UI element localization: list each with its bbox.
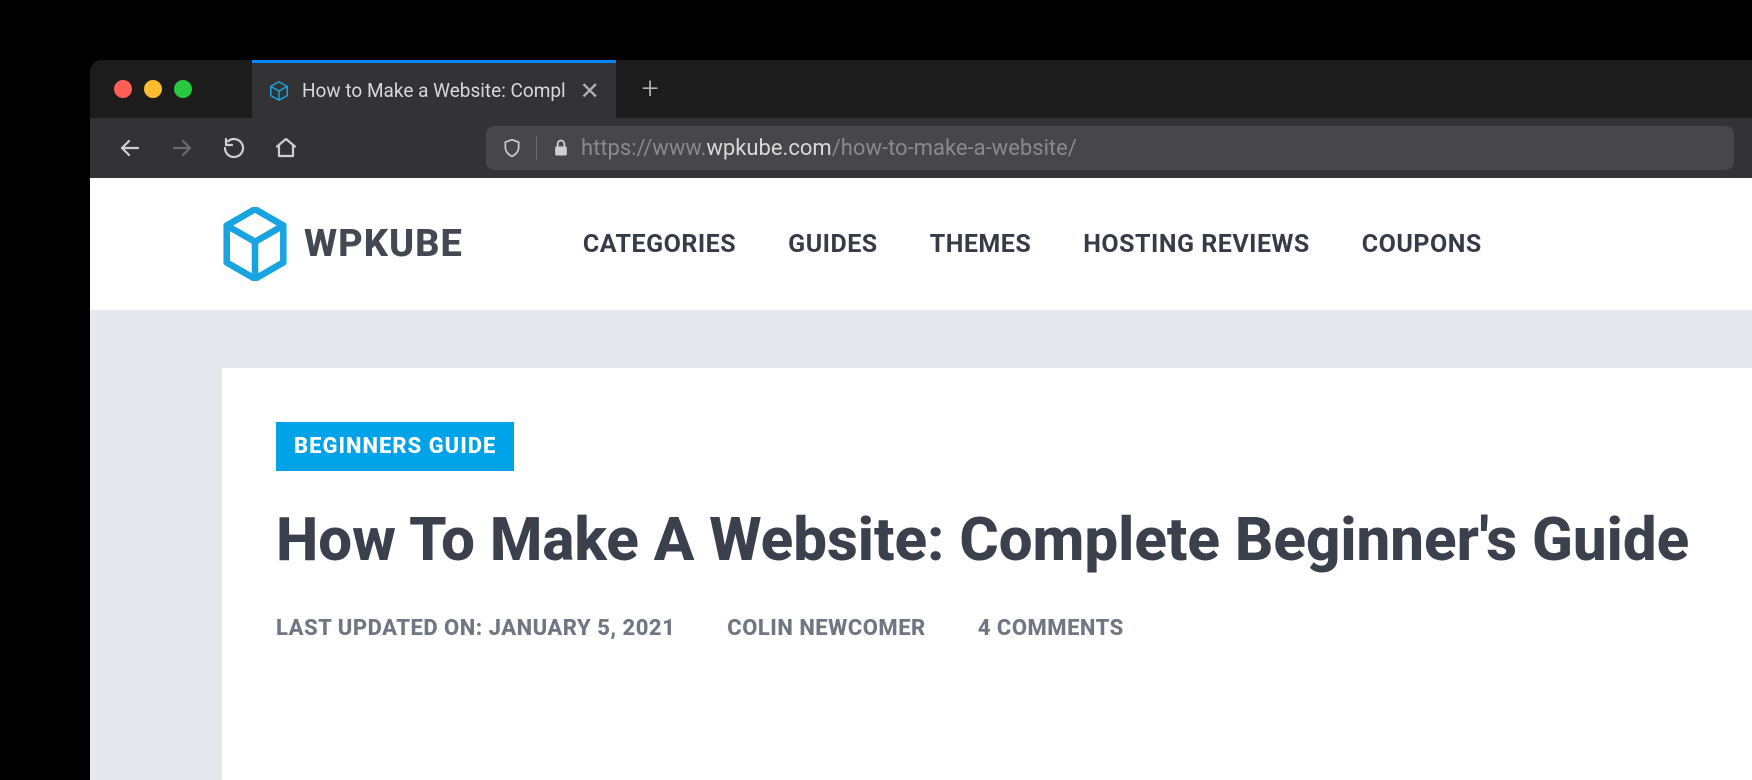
article-title: How To Make A Website: Complete Beginner… xyxy=(276,505,1698,576)
url-sub: www. xyxy=(652,136,706,161)
browser-tab[interactable]: How to Make a Website: Compl ✕ xyxy=(252,60,616,118)
url-protocol: https:// xyxy=(581,136,652,161)
meta-updated-date: JANUARY 5, 2021 xyxy=(489,616,676,641)
nav-hosting-reviews[interactable]: HOSTING REVIEWS xyxy=(1083,230,1310,259)
nav-categories[interactable]: CATEGORIES xyxy=(583,230,736,259)
meta-comments[interactable]: 4 COMMENTS xyxy=(978,616,1124,641)
minimize-window-button[interactable] xyxy=(144,80,162,98)
page-viewport: WPKUBE CATEGORIES GUIDES THEMES HOSTING … xyxy=(90,178,1752,780)
window-controls xyxy=(90,80,252,98)
close-tab-button[interactable]: ✕ xyxy=(578,77,602,105)
main-nav: CATEGORIES GUIDES THEMES HOSTING REVIEWS… xyxy=(583,230,1482,259)
new-tab-button[interactable]: + xyxy=(616,74,685,104)
maximize-window-button[interactable] xyxy=(174,80,192,98)
meta-updated-label: LAST UPDATED ON: xyxy=(276,616,483,641)
category-badge[interactable]: BEGINNERS GUIDE xyxy=(276,422,514,471)
browser-window: How to Make a Website: Compl ✕ + ht xyxy=(90,60,1752,780)
shield-icon[interactable] xyxy=(502,138,522,158)
url-domain: wpkube.com xyxy=(706,136,831,161)
back-button[interactable] xyxy=(108,126,152,170)
site-logo[interactable]: WPKUBE xyxy=(222,207,463,281)
address-bar[interactable]: https://www.wpkube.com/how-to-make-a-web… xyxy=(486,126,1734,170)
meta-updated: LAST UPDATED ON: JANUARY 5, 2021 xyxy=(276,616,675,641)
favicon-icon xyxy=(268,80,290,102)
tab-strip: How to Make a Website: Compl ✕ + xyxy=(90,60,1752,118)
url-path: /how-to-make-a-website/ xyxy=(832,136,1077,161)
nav-themes[interactable]: THEMES xyxy=(930,230,1032,259)
nav-coupons[interactable]: COUPONS xyxy=(1362,230,1482,259)
url-text: https://www.wpkube.com/how-to-make-a-web… xyxy=(581,136,1077,161)
logo-icon xyxy=(222,207,288,281)
meta-author[interactable]: COLIN NEWCOMER xyxy=(727,616,925,641)
forward-button[interactable] xyxy=(160,126,204,170)
logo-text: WPKUBE xyxy=(304,222,463,266)
site-header: WPKUBE CATEGORIES GUIDES THEMES HOSTING … xyxy=(90,178,1752,310)
article: BEGINNERS GUIDE How To Make A Website: C… xyxy=(222,368,1752,780)
tab-title: How to Make a Website: Compl xyxy=(302,79,566,102)
nav-guides[interactable]: GUIDES xyxy=(788,230,878,259)
reload-button[interactable] xyxy=(212,126,256,170)
browser-toolbar: https://www.wpkube.com/how-to-make-a-web… xyxy=(90,118,1752,178)
lock-icon[interactable] xyxy=(551,138,571,158)
close-window-button[interactable] xyxy=(114,80,132,98)
address-separator xyxy=(536,136,537,160)
article-meta: LAST UPDATED ON: JANUARY 5, 2021 COLIN N… xyxy=(276,616,1698,641)
home-button[interactable] xyxy=(264,126,308,170)
